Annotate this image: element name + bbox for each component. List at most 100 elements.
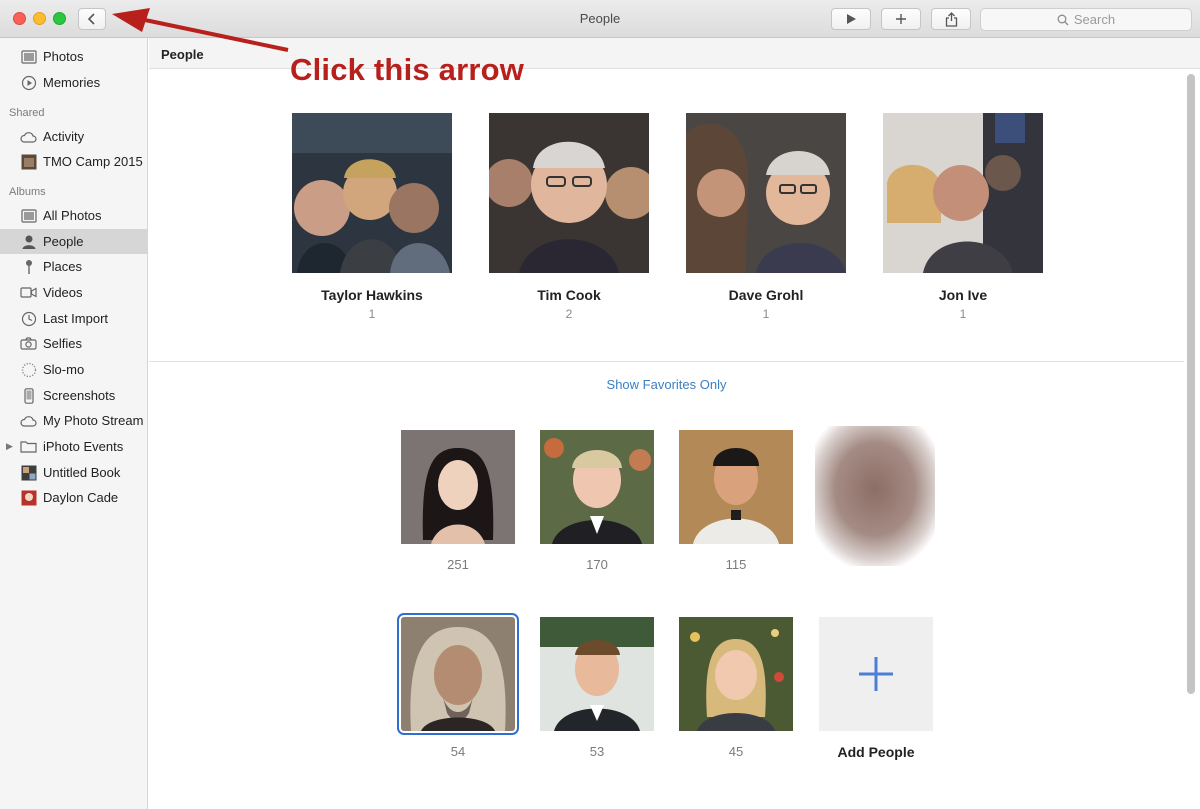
sidebar-item-label: Untitled Book [43,465,121,480]
person-name: Tim Cook [537,287,601,303]
sidebar-item-places[interactable]: Places [0,254,148,279]
sidebar-item-daylon-cade[interactable]: Daylon Cade [0,485,148,510]
sidebar-item-label: iPhoto Events [43,439,124,454]
person-photo[interactable] [686,113,846,273]
cloud-icon [20,128,37,145]
page-title: People [161,47,204,62]
person-tile[interactable]: 115 [679,430,793,572]
person-name: Jon Ive [938,287,988,303]
annotation-text: Click this arrow [290,52,525,87]
search-placeholder: Search [1073,12,1116,27]
memories-icon [20,74,37,91]
sidebar-item-label: Slo-mo [43,362,85,377]
sidebar-item-label: Screenshots [43,388,116,403]
person-photo[interactable] [540,430,654,544]
photo-count: 53 [589,744,605,759]
photo-count: 251 [447,557,469,572]
person-photo[interactable] [292,113,452,273]
favorite-person-tile[interactable]: Jon Ive 1 [883,113,1043,321]
sidebar-item-people[interactable]: People [0,229,148,254]
sidebar-section-albums: Albums [9,186,46,198]
person-tile[interactable]: 251 [401,430,515,572]
sidebar-item-label: People [43,234,84,249]
sidebar-item-selfies[interactable]: Selfies [0,331,148,356]
person-tile[interactable]: 170 [540,430,654,572]
sidebar-item-label: Places [43,259,83,274]
add-people-tile[interactable]: Add People [819,617,933,760]
person-photo[interactable] [679,617,793,731]
sidebar-item-tmo-camp-2015[interactable]: TMO Camp 2015 [0,149,148,174]
person-name: Dave Grohl [728,287,804,303]
video-icon [20,284,37,301]
person-tile[interactable]: 54 [397,613,519,759]
slideshow-button[interactable] [831,8,871,30]
person-tile[interactable]: 45 [679,617,793,759]
sidebar-item-videos[interactable]: Videos [0,280,148,305]
share-icon [945,11,957,27]
sidebar-item-slo-mo[interactable]: Slo-mo [0,357,148,382]
vertical-scrollbar[interactable] [1187,74,1195,694]
photo-count: 170 [586,557,608,572]
cloud-icon [20,412,37,429]
favorite-person-tile[interactable]: Dave Grohl 1 [686,113,846,321]
sidebar-item-untitled-book[interactable]: Untitled Book [0,460,148,485]
sidebar-item-memories[interactable]: Memories [0,70,148,95]
favorite-person-tile[interactable]: Tim Cook 2 [489,113,649,321]
search-icon [1057,14,1069,25]
sidebar-item-iphoto-events[interactable]: iPhoto Events [0,434,148,459]
person-photo[interactable] [540,617,654,731]
search-field[interactable]: Search [980,8,1192,31]
sidebar-item-photos[interactable]: Photos [0,44,148,69]
sidebar-item-my-photo-stream[interactable]: My Photo Stream [0,408,148,433]
sidebar-item-all-photos[interactable]: All Photos [0,203,148,228]
add-button[interactable] [881,8,921,30]
photo-count: 54 [450,744,466,759]
person-name: Taylor Hawkins [321,287,423,303]
plus-icon [859,657,893,691]
book-icon [20,464,37,481]
phone-icon [20,387,37,404]
sidebar-item-label: Activity [43,129,85,144]
person-tile[interactable]: 53 [540,617,654,759]
sidebar-item-last-import[interactable]: Last Import [0,306,148,331]
sidebar-item-label: TMO Camp 2015 [43,154,143,169]
photos-icon [20,48,37,65]
plus-icon [896,14,906,24]
clock-icon [20,310,37,327]
photo-count: 1 [959,307,967,321]
section-divider [149,361,1184,362]
photos-window: People Search Photos Memories Shared Act… [0,0,1200,809]
slomo-icon [20,361,37,378]
title-bar: People Search [0,0,1200,38]
album-thumbnail-icon [20,153,37,170]
share-button[interactable] [931,8,971,30]
favorite-person-tile[interactable]: Taylor Hawkins 1 [292,113,452,321]
sidebar-item-screenshots[interactable]: Screenshots [0,383,148,408]
show-favorites-only-link[interactable]: Show Favorites Only [149,377,1184,392]
folder-icon [20,438,37,455]
sidebar-item-label: Last Import [43,311,109,326]
photo-count: 115 [725,557,747,572]
sidebar-item-label: Photos [43,49,84,64]
photo-count: 2 [565,307,573,321]
person-photo[interactable] [397,613,519,735]
sidebar-item-activity[interactable]: Activity [0,124,148,149]
photos-icon [20,207,37,224]
person-icon [20,233,37,250]
person-tile[interactable] [815,426,935,579]
album-thumbnail-icon [20,489,37,506]
pin-icon [20,258,37,275]
add-people-label: Add People [837,744,915,760]
person-photo[interactable] [489,113,649,273]
sidebar-section-shared: Shared [9,107,45,119]
add-people-button[interactable] [819,617,933,731]
sidebar-item-label: Memories [43,75,101,90]
person-photo[interactable] [401,430,515,544]
person-photo[interactable] [883,113,1043,273]
person-photo[interactable] [679,430,793,544]
sidebar-item-label: All Photos [43,208,102,223]
photo-count: 45 [728,744,744,759]
person-photo[interactable] [815,426,935,566]
sidebar-item-label: Daylon Cade [43,490,119,505]
sidebar-item-label: Videos [43,285,83,300]
